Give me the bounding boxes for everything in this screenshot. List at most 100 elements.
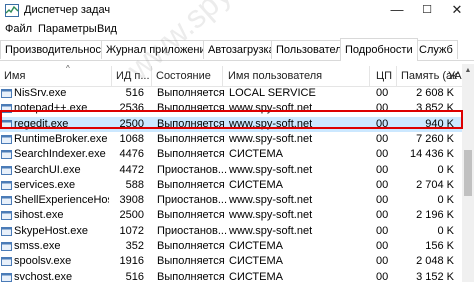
process-pid: 1068 [119, 132, 144, 145]
process-state: Приостанов... [157, 224, 227, 237]
process-memory: 14 436 K [409, 148, 454, 161]
process-name: SearchIndexer.exe [14, 148, 106, 161]
process-pid: 3908 [119, 194, 144, 207]
process-user: LOCAL SERVICE [229, 87, 316, 99]
process-user: www.spy-soft.net [229, 132, 313, 145]
table-row[interactable]: services.exe 588 Выполняется СИСТЕМА 00 2 704… [0, 178, 462, 193]
vertical-scrollbar[interactable]: ▲ [462, 64, 474, 282]
process-pid: 1916 [119, 255, 144, 268]
col-user[interactable]: Имя пользователя [228, 64, 322, 86]
menu-view[interactable]: Вид [97, 23, 117, 35]
column-divider[interactable] [111, 66, 112, 86]
col-name[interactable]: Имя [4, 64, 25, 86]
process-user: www.spy-soft.net [229, 163, 313, 176]
title-bar: Диспетчер задач — ☐ ✕ [0, 0, 474, 22]
column-divider[interactable] [396, 66, 397, 86]
process-name: services.exe [14, 178, 76, 191]
process-user: СИСТЕМА [229, 255, 283, 268]
process-memory: 2 196 K [416, 209, 454, 222]
process-memory: 7 260 K [416, 132, 454, 145]
process-memory: 0 K [437, 224, 454, 237]
process-user: СИСТЕМА [229, 240, 283, 252]
maximize-button[interactable]: ☐ [412, 0, 442, 22]
tab-startup[interactable]: Автозагрузка [203, 40, 280, 59]
table-row[interactable]: SearchIndexer.exe 4476 Выполняется СИСТЕМА 0… [0, 147, 462, 162]
minimize-button[interactable]: — [382, 0, 412, 22]
process-icon [1, 257, 12, 267]
table-row[interactable]: SearchUI.exe 4472 Приостанов... www.spy-sof… [0, 163, 462, 178]
process-user: www.spy-soft.net [229, 209, 313, 222]
col-uac[interactable]: УАС [448, 64, 462, 86]
process-pid: 1072 [119, 224, 144, 237]
tab-performance[interactable]: Производительность [0, 40, 117, 59]
process-state: Приостанов... [157, 163, 227, 176]
column-divider[interactable] [222, 66, 223, 86]
task-manager-icon [5, 4, 19, 17]
process-icon [1, 165, 12, 175]
process-state: Выполняется [157, 240, 225, 252]
process-pid: 516 [125, 270, 144, 282]
table-row[interactable]: SkypeHost.exe 1072 Приостанов... www.spy-so… [0, 224, 462, 239]
tab-details[interactable]: Подробности [340, 38, 418, 61]
column-header: ^ Имя ИД п... Состояние Имя пользователя… [0, 64, 462, 87]
tab-strip: Производительность Журнал приложений Авт… [0, 38, 474, 61]
process-name: svchost.exe [14, 270, 73, 282]
scrollbar-thumb[interactable] [464, 150, 472, 196]
process-memory: 0 K [437, 194, 454, 207]
process-pid: 352 [125, 240, 144, 252]
process-user: СИСТЕМА [229, 178, 283, 191]
table-row[interactable]: smss.exe 352 Выполняется СИСТЕМА 00 156 K [0, 239, 462, 254]
selection-highlight-box [0, 110, 463, 129]
process-name: sihost.exe [14, 209, 64, 222]
process-name: NisSrv.exe [14, 87, 67, 99]
process-name: smss.exe [14, 240, 61, 252]
table-row[interactable]: NisSrv.exe 516 Выполняется LOCAL SERVICE 00 2… [0, 86, 462, 101]
col-state[interactable]: Состояние [156, 64, 211, 86]
table-row[interactable]: RuntimeBroker.exe 1068 Выполняется www.spy-… [0, 132, 462, 147]
column-divider[interactable] [151, 66, 152, 86]
process-icon [1, 150, 12, 160]
process-pid: 4476 [119, 148, 144, 161]
process-memory: 2 048 K [416, 255, 454, 268]
table-row[interactable]: svchost.exe 516 Выполняется СИСТЕМА 00 3 152 … [0, 270, 462, 282]
process-user: СИСТЕМА [229, 270, 283, 282]
process-icon [1, 226, 12, 236]
process-icon [1, 211, 12, 221]
process-user: www.spy-soft.net [229, 224, 313, 237]
process-name: ShellExperienceHost... [14, 194, 109, 207]
process-state: Выполняется [157, 270, 225, 282]
process-name: RuntimeBroker.exe [14, 132, 108, 145]
menu-file[interactable]: Файл [5, 23, 32, 35]
close-button[interactable]: ✕ [442, 0, 472, 22]
col-cpu[interactable]: ЦП [376, 64, 392, 86]
table-row[interactable]: ShellExperienceHost... 3908 Приостанов...w… [0, 193, 462, 208]
process-pid: 2500 [119, 209, 144, 222]
process-pid: 4472 [119, 163, 144, 176]
process-state: Выполняется [157, 209, 225, 222]
tab-services[interactable]: Служб [414, 40, 458, 59]
sort-up-icon: ^ [66, 64, 70, 73]
process-state: Выполняется [157, 255, 225, 268]
scroll-up-icon[interactable]: ▲ [462, 64, 474, 78]
process-memory: 0 K [437, 163, 454, 176]
process-memory: 2 608 K [416, 87, 454, 99]
process-icon [1, 180, 12, 190]
process-state: Выполняется [157, 132, 225, 145]
process-user: СИСТЕМА [229, 148, 283, 161]
process-state: Приостанов... [157, 194, 227, 207]
tab-app-history[interactable]: Журнал приложений [101, 40, 217, 59]
process-name: spoolsv.exe [14, 255, 72, 268]
table-row[interactable]: spoolsv.exe 1916 Выполняется СИСТЕМА 00 2 048… [0, 254, 462, 269]
column-divider[interactable] [369, 66, 370, 86]
process-name: SearchUI.exe [14, 163, 81, 176]
table-row[interactable]: sihost.exe 2500 Выполняется www.spy-soft.ne… [0, 208, 462, 223]
menu-bar: Файл Параметры Вид [0, 22, 474, 38]
window-title: Диспетчер задач [24, 4, 111, 16]
process-icon [1, 196, 12, 206]
menu-options[interactable]: Параметры [38, 23, 97, 35]
process-user: www.spy-soft.net [229, 194, 313, 207]
process-state: Выполняется [157, 87, 225, 99]
process-memory: 2 704 K [416, 178, 454, 191]
col-pid[interactable]: ИД п... [116, 64, 150, 86]
process-icon [1, 89, 12, 98]
